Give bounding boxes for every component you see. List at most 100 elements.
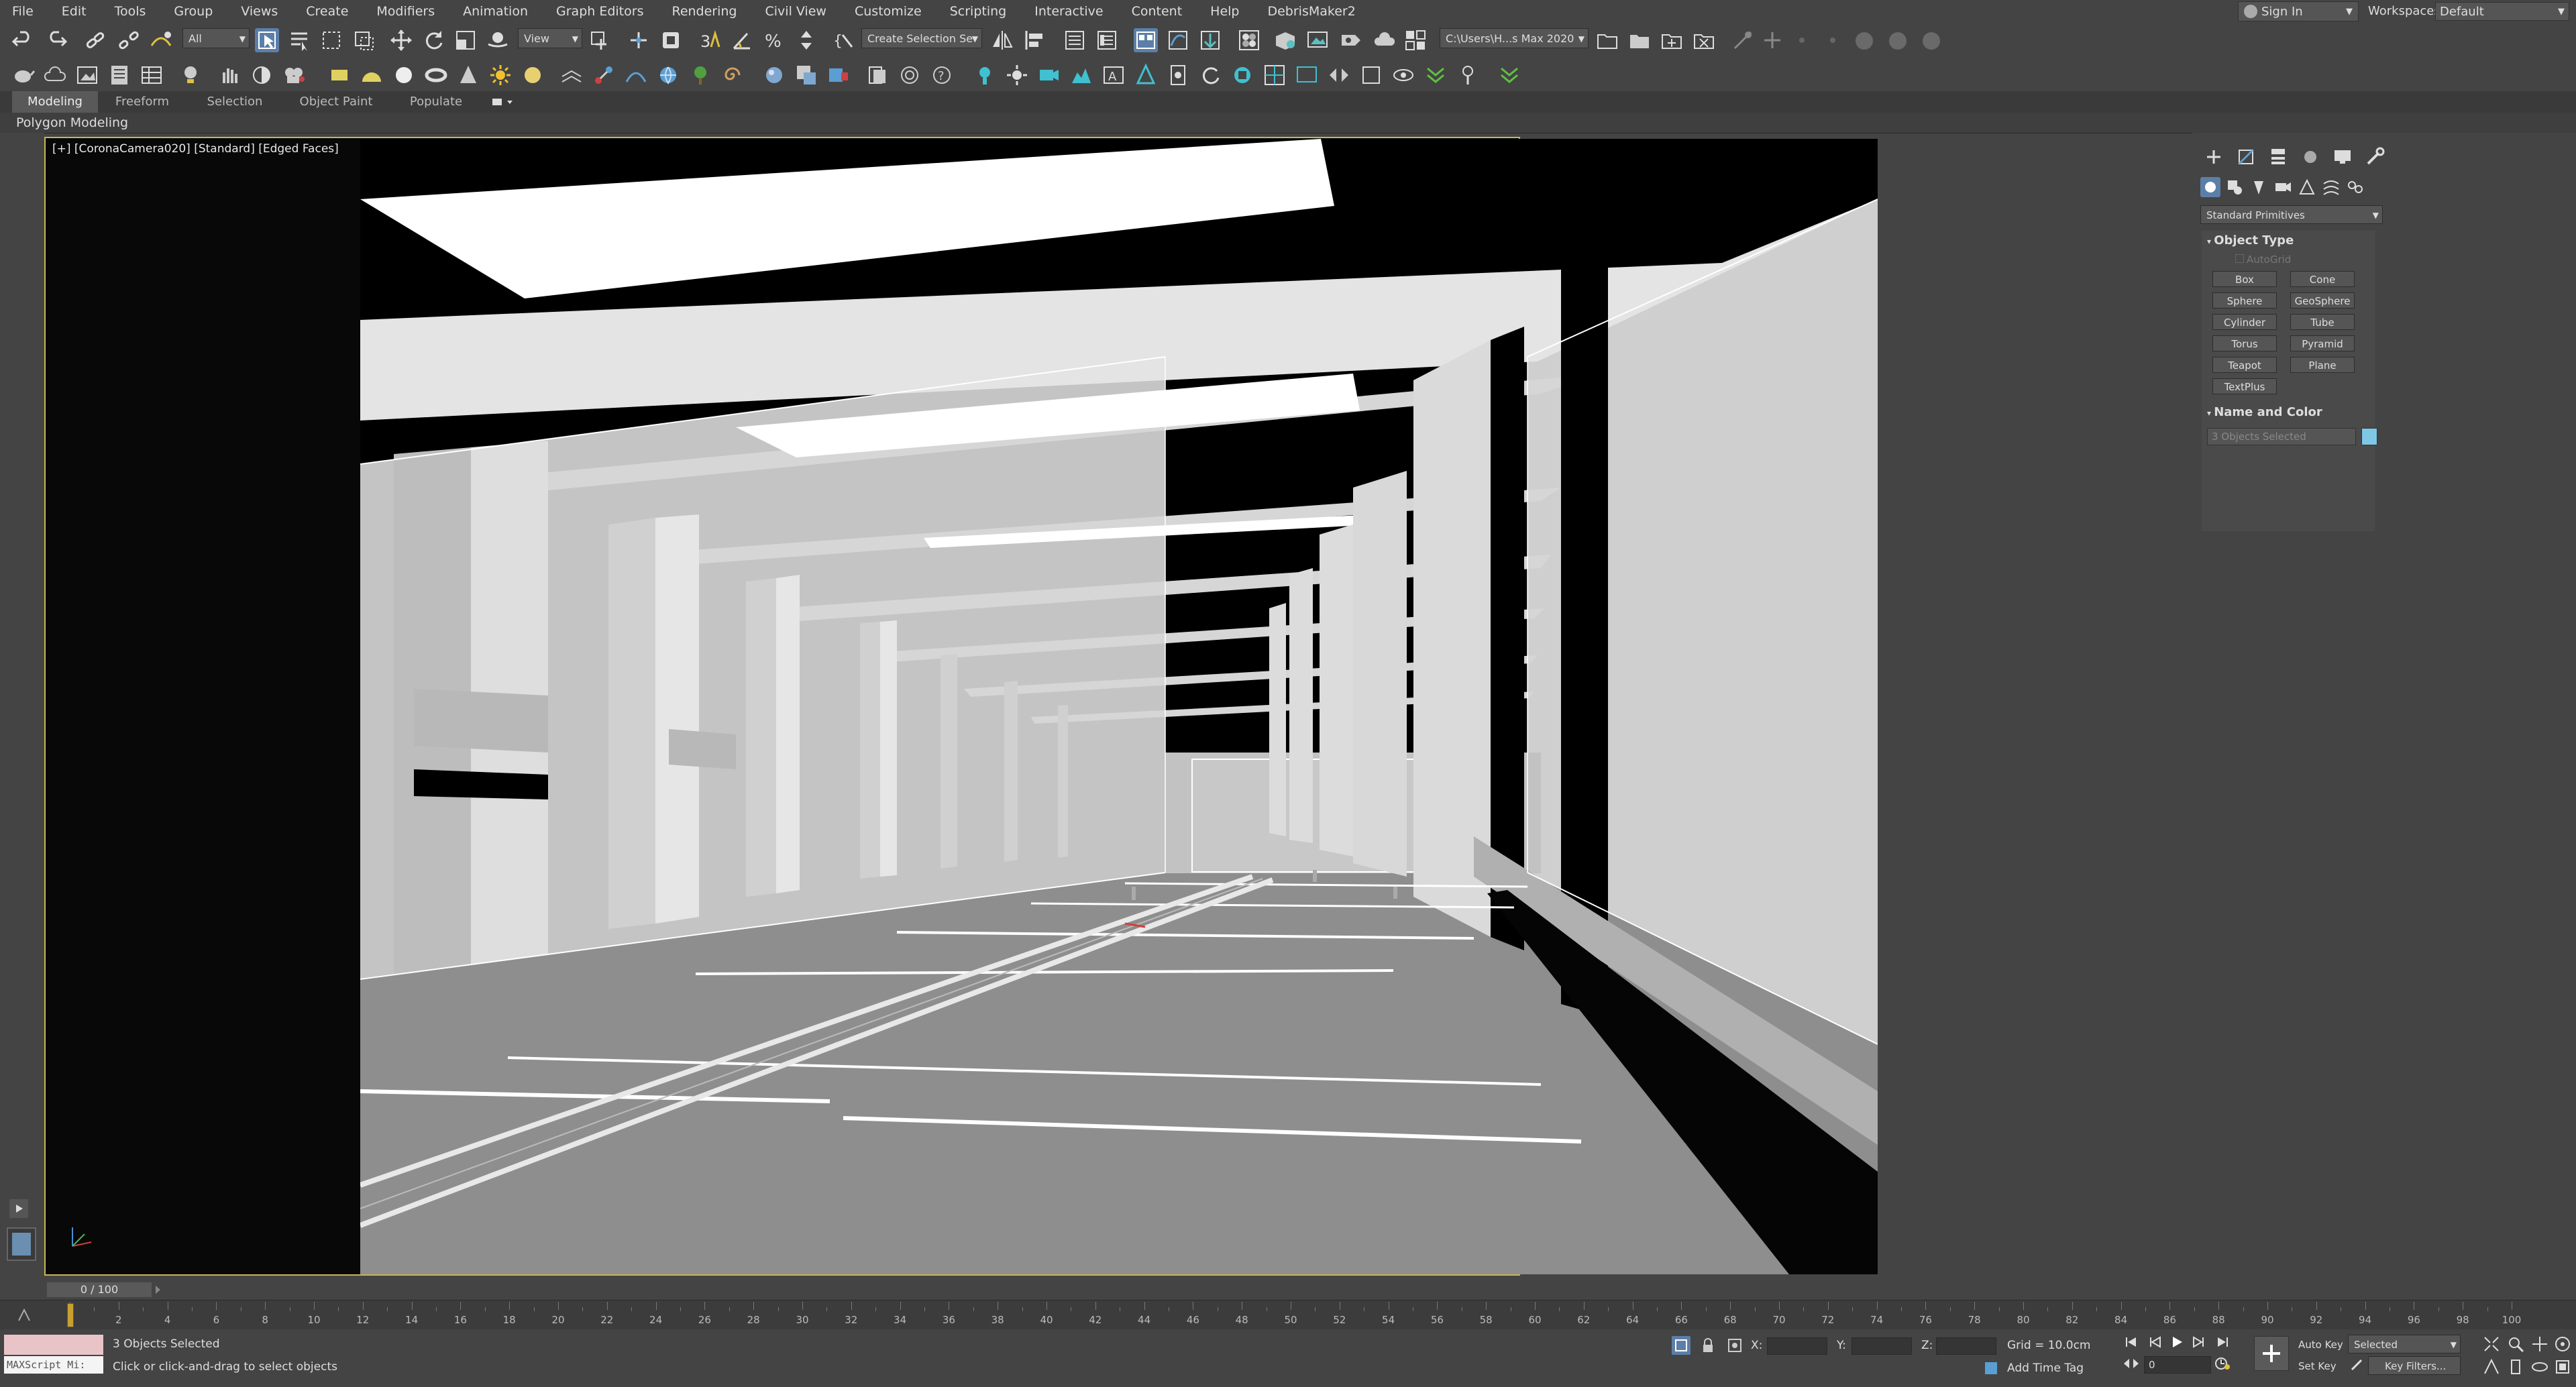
edit-named-selection-icon[interactable]: {: [832, 28, 856, 52]
shapes-category-icon[interactable]: [2224, 177, 2245, 197]
dome-shape-icon[interactable]: [360, 63, 384, 87]
cone-button[interactable]: Cone: [2290, 271, 2355, 287]
unlink-icon[interactable]: [117, 28, 141, 52]
hand-icon[interactable]: [217, 63, 241, 87]
tab-modeling[interactable]: Modeling: [12, 91, 98, 113]
menu-customize[interactable]: Customize: [841, 0, 936, 23]
zoom-extents-icon[interactable]: [2482, 1335, 2501, 1353]
menu-edit[interactable]: Edit: [48, 0, 101, 23]
corona-scatter-icon[interactable]: [1134, 63, 1158, 87]
time-next-icon[interactable]: [152, 1284, 164, 1296]
absolute-mode-icon[interactable]: [1725, 1336, 1744, 1355]
add-time-tag-button[interactable]: Add Time Tag: [2007, 1362, 2084, 1375]
rotate-icon[interactable]: [421, 28, 445, 52]
torus-shape-icon[interactable]: [424, 63, 448, 87]
tube-button[interactable]: Tube: [2290, 314, 2355, 330]
go-to-start-icon[interactable]: [2123, 1335, 2140, 1349]
project-close-icon[interactable]: [1692, 28, 1716, 52]
move-icon[interactable]: [389, 28, 413, 52]
corona-refresh-icon[interactable]: [1198, 63, 1222, 87]
walkthrough-icon[interactable]: [2506, 1357, 2525, 1376]
corona-text-icon[interactable]: A: [1102, 63, 1126, 87]
material-editor-icon[interactable]: [1237, 28, 1261, 52]
orbit-subobject-icon[interactable]: [2530, 1357, 2549, 1376]
time-cursor[interactable]: [67, 1303, 74, 1327]
undo-icon[interactable]: [11, 28, 35, 52]
tree-icon[interactable]: [688, 63, 712, 87]
extra-tool-icon[interactable]: [1760, 28, 1784, 52]
name-and-color-rollout-header[interactable]: ▾ Name and Color: [2207, 405, 2322, 419]
corona-proxy-icon[interactable]: [1069, 63, 1093, 87]
light-bulb-icon[interactable]: [178, 63, 203, 87]
material-sphere-icon[interactable]: [762, 63, 786, 87]
table-icon[interactable]: [140, 63, 164, 87]
flow-icon[interactable]: [624, 63, 648, 87]
project-folder-icon[interactable]: [1595, 28, 1619, 52]
z-coordinate-field[interactable]: [1936, 1337, 1996, 1355]
maximize-viewport-icon[interactable]: [2553, 1357, 2572, 1376]
geosphere-button[interactable]: GeoSphere: [2290, 292, 2355, 309]
grid-icon[interactable]: [559, 63, 584, 87]
lights-category-icon[interactable]: [2249, 177, 2269, 197]
torus-button[interactable]: Torus: [2212, 335, 2277, 351]
autogrid-checkbox[interactable]: AutoGrid: [2235, 254, 2291, 266]
lock-selection-icon[interactable]: [1699, 1336, 1717, 1355]
pan-view-icon[interactable]: [2530, 1335, 2549, 1353]
rectangular-selection-icon[interactable]: [319, 28, 343, 52]
menu-tools[interactable]: Tools: [101, 0, 160, 23]
help-icon[interactable]: ?: [930, 63, 954, 87]
viewport-layout-button[interactable]: [7, 1227, 36, 1261]
link-icon[interactable]: [83, 28, 107, 52]
half-circle-icon[interactable]: [250, 63, 274, 87]
snaps-toggle-icon[interactable]: 3: [698, 28, 722, 52]
primitive-category-dropdown[interactable]: Standard Primitives ▼: [2200, 205, 2383, 224]
redo-icon[interactable]: [44, 28, 68, 52]
menu-rendering[interactable]: Rendering: [657, 0, 751, 23]
key-mode-toggle-icon[interactable]: [2123, 1356, 2140, 1371]
object-color-swatch[interactable]: [2361, 428, 2377, 445]
light-tool-icon[interactable]: [1456, 63, 1480, 87]
selection-filter-dropdown[interactable]: All ▼: [182, 28, 250, 48]
go-to-end-icon[interactable]: [2214, 1335, 2231, 1349]
orbit-icon[interactable]: [2553, 1335, 2572, 1353]
cameras-category-icon[interactable]: [2273, 177, 2293, 197]
named-selection-sets-dropdown[interactable]: Create Selection Se ▼: [861, 28, 982, 48]
window-crossing-icon[interactable]: [352, 28, 376, 52]
set-keys-button[interactable]: [2254, 1336, 2289, 1371]
render-to-texture-icon[interactable]: [1403, 28, 1428, 52]
layer-explorer-icon[interactable]: [1095, 28, 1119, 52]
corona-eye-icon[interactable]: [1391, 63, 1415, 87]
render-cloud-icon[interactable]: [1373, 28, 1397, 52]
corona-interactive-icon[interactable]: [1263, 63, 1287, 87]
corona-vfb-icon[interactable]: [1295, 63, 1319, 87]
corona-camera-icon[interactable]: [1037, 63, 1061, 87]
tab-populate[interactable]: Populate: [397, 91, 475, 113]
ribbon-options-icon[interactable]: [491, 97, 515, 107]
scale-icon[interactable]: [453, 28, 478, 52]
curve-editor-icon[interactable]: [1166, 28, 1190, 52]
rendered-frame-window-icon[interactable]: [1305, 28, 1330, 52]
menu-debrismaker2[interactable]: DebrisMaker2: [1253, 0, 1369, 23]
menu-interactive[interactable]: Interactive: [1020, 0, 1117, 23]
maxscript-listener-input[interactable]: [4, 1335, 103, 1355]
keyboard-shortcut-icon[interactable]: [659, 28, 683, 52]
reference-coordinate-dropdown[interactable]: View ▼: [518, 28, 582, 48]
menu-help[interactable]: Help: [1196, 0, 1253, 23]
tab-freeform[interactable]: Freeform: [105, 91, 180, 113]
menu-create[interactable]: Create: [292, 0, 362, 23]
select-manipulate-icon[interactable]: [627, 28, 651, 52]
spinner-snap-icon[interactable]: [794, 28, 818, 52]
sun-icon[interactable]: [488, 63, 513, 87]
viewport-label[interactable]: [+] [CoronaCamera020] [Standard] [Edged …: [52, 142, 339, 156]
utilities-tab-icon[interactable]: [2361, 145, 2388, 169]
project-new-icon[interactable]: [1660, 28, 1684, 52]
plane-shape-icon[interactable]: [327, 63, 352, 87]
corona-decal-icon[interactable]: [1166, 63, 1190, 87]
list-icon[interactable]: [107, 63, 131, 87]
corona-box-icon[interactable]: [1359, 63, 1383, 87]
toggle-ribbon-icon[interactable]: [1134, 28, 1158, 52]
menu-scripting[interactable]: Scripting: [936, 0, 1021, 23]
select-by-name-icon[interactable]: [287, 28, 311, 52]
spiral-icon[interactable]: [720, 63, 745, 87]
extra-tool-icon[interactable]: [1731, 28, 1755, 52]
